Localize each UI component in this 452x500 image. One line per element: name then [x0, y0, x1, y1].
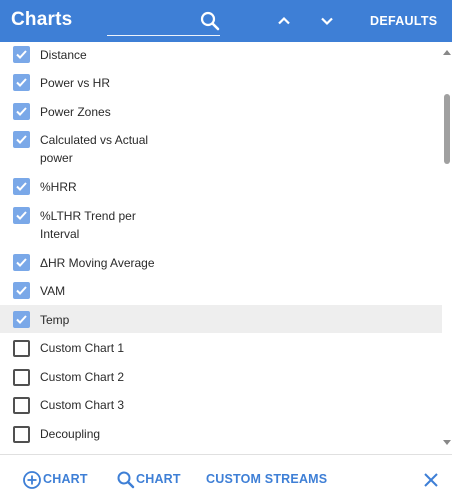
search-icon: [117, 471, 135, 489]
chart-list: Distance Power vs HR Power Zones Calcula…: [0, 42, 442, 454]
checkbox[interactable]: [13, 426, 30, 443]
checkbox[interactable]: [13, 74, 30, 91]
list-item-label: VAM: [40, 284, 66, 298]
list-item[interactable]: %HRR: [0, 175, 442, 201]
list-item-label: Custom Chart 3: [40, 398, 125, 412]
list-item-label: ΔHR Moving Average: [40, 256, 155, 270]
scroll-thumb[interactable]: [444, 94, 450, 164]
list-item-label: Calculated vs Actual power: [40, 133, 149, 165]
custom-streams-label: CUSTOM STREAMS: [206, 472, 328, 486]
page-title: Charts: [11, 9, 73, 30]
add-chart-button[interactable]: CHART: [22, 470, 88, 490]
checkbox[interactable]: [13, 369, 30, 386]
list-item[interactable]: Custom Chart 2: [0, 365, 442, 391]
list-item[interactable]: %LTHR Trend per Interval: [0, 204, 442, 248]
search-chart-label: CHART: [136, 472, 181, 486]
list-item-label: %LTHR Trend per Interval: [40, 209, 136, 241]
list-item[interactable]: Distance: [0, 42, 442, 68]
list-item-label: Custom Chart 2: [40, 370, 125, 384]
list-item-label: %HRR: [40, 180, 77, 194]
list-item-label: Custom Chart 1: [40, 341, 125, 355]
scrollbar[interactable]: [442, 42, 452, 454]
checkbox[interactable]: [13, 254, 30, 271]
list-item[interactable]: Power vs HR: [0, 70, 442, 96]
defaults-button[interactable]: DEFAULTS: [370, 14, 437, 28]
scroll-down-arrow-icon[interactable]: [443, 440, 451, 445]
toolbar: Charts DEFAULTS: [0, 0, 452, 42]
list-item-label: Power Zones: [40, 105, 111, 119]
list-item-label: Distance: [40, 48, 87, 62]
list-item[interactable]: Power Zones: [0, 99, 442, 125]
chevron-up-icon[interactable]: [275, 12, 293, 30]
checkbox[interactable]: [13, 282, 30, 299]
checkbox[interactable]: [13, 340, 30, 357]
search-icon[interactable]: [199, 10, 221, 32]
scroll-up-arrow-icon[interactable]: [443, 50, 451, 55]
checkbox[interactable]: [13, 103, 30, 120]
add-circle-icon: [23, 471, 41, 489]
checkbox[interactable]: [13, 311, 30, 328]
list-item[interactable]: Custom Chart 1: [0, 336, 442, 362]
close-icon[interactable]: [423, 472, 439, 488]
search-chart-button[interactable]: CHART: [116, 470, 182, 490]
checkbox[interactable]: [13, 131, 30, 148]
checkbox[interactable]: [13, 397, 30, 414]
list-item-label: Temp: [40, 313, 70, 327]
checkbox[interactable]: [13, 178, 30, 195]
checkbox[interactable]: [13, 207, 30, 224]
list-item[interactable]: Calculated vs Actual power: [0, 128, 442, 172]
list-item-label: Decoupling: [40, 427, 101, 441]
list-item-label: Power vs HR: [40, 76, 111, 90]
list-item[interactable]: Custom Chart 3: [0, 393, 442, 419]
footer-toolbar: CHART CHART CUSTOM STREAMS: [0, 454, 452, 500]
add-chart-label: CHART: [43, 472, 88, 486]
list-item[interactable]: Temp: [0, 305, 442, 333]
checkbox[interactable]: [13, 46, 30, 63]
list-item[interactable]: Decoupling: [0, 422, 442, 448]
list-item[interactable]: VAM: [0, 279, 442, 305]
custom-streams-button[interactable]: CUSTOM STREAMS: [206, 470, 328, 490]
search-input[interactable]: [107, 35, 220, 36]
list-item[interactable]: ΔHR Moving Average: [0, 251, 442, 277]
chevron-down-icon[interactable]: [318, 12, 336, 30]
